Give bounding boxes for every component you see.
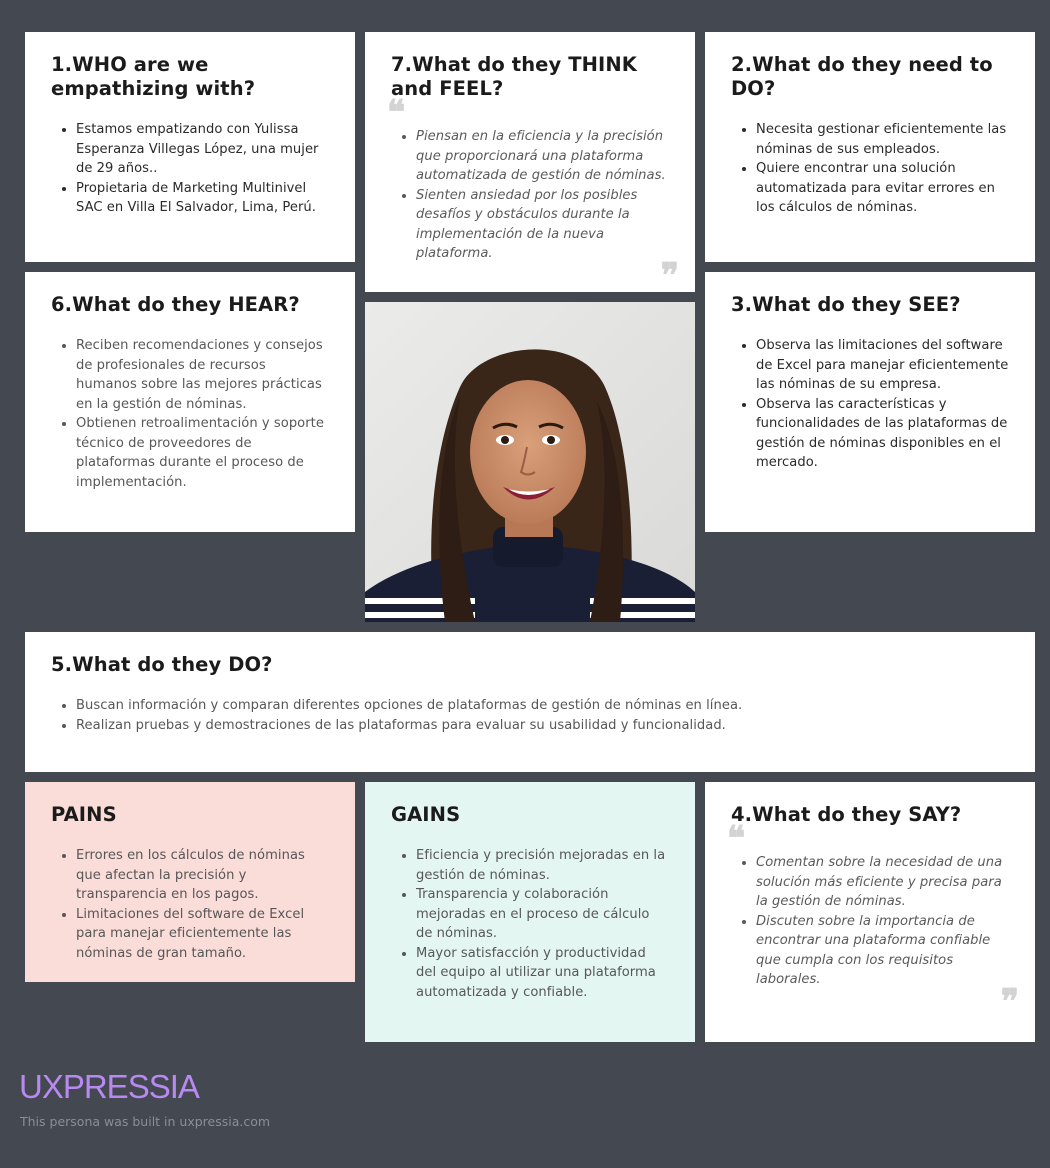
uxpressia-logo[interactable]: UXPRESSIA [19,1068,200,1106]
list-item: Buscan información y comparan diferentes… [76,696,1009,716]
card-list: Eficiencia y precisión mejoradas en la g… [391,846,669,1002]
list-item: Necesita gestionar eficientemente las nó… [756,120,1009,159]
list-item: Piensan en la eficiencia y la precisión … [416,127,669,186]
quote-close-icon: ❞ [1000,982,1019,1022]
list-item: Mayor satisfacción y productividad del e… [416,944,669,1003]
card-list: Observa las limitaciones del software de… [731,336,1009,473]
card-title: 1.WHO are we empathizing with? [51,53,256,100]
card-list: Comentan sobre la necesidad de una soluc… [731,853,1009,990]
card-title: 3.What do they SEE? [731,293,961,316]
card-title: 5.What do they DO? [51,653,273,676]
list-item: Reciben recomendaciones y consejos de pr… [76,336,329,414]
card-list: Reciben recomendaciones y consejos de pr… [51,336,329,492]
card-do: 5.What do they DO? Buscan información y … [25,632,1035,772]
quote-close-icon: ❞ [660,256,679,296]
card-pains: PAINS Errores en los cálculos de nóminas… [25,782,355,982]
card-list: Errores en los cálculos de nóminas que a… [51,846,329,963]
list-item: Limitaciones del software de Excel para … [76,905,329,964]
card-list: Estamos empatizando con Yulissa Esperanz… [51,120,329,218]
list-item: Discuten sobre la importancia de encontr… [756,912,1009,990]
list-item: Observa las limitaciones del software de… [756,336,1009,395]
card-say: 4.What do they SAY? ❝ Comentan sobre la … [705,782,1035,1042]
list-item: Transparencia y colaboración mejoradas e… [416,885,669,944]
list-item: Quiere encontrar una solución automatiza… [756,159,1009,218]
list-item: Errores en los cálculos de nóminas que a… [76,846,329,905]
list-item: Estamos empatizando con Yulissa Esperanz… [76,120,329,179]
card-title: 7.What do they THINK and FEEL? [391,53,638,100]
quote-open-icon: ❝ [387,93,406,133]
card-hear: 6.What do they HEAR? Reciben recomendaci… [25,272,355,532]
card-see: 3.What do they SEE? Observa las limitaci… [705,272,1035,532]
card-list: Piensan en la eficiencia y la precisión … [391,127,669,264]
card-gains: GAINS Eficiencia y precisión mejoradas e… [365,782,695,1042]
list-item: Propietaria de Marketing Multinivel SAC … [76,179,329,218]
card-who: 1.WHO are we empathizing with? Estamos e… [25,32,355,262]
list-item: Obtienen retroalimentación y soporte téc… [76,414,329,492]
persona-portrait-image [365,302,695,622]
card-title: 4.What do they SAY? [731,803,962,826]
card-title: 6.What do they HEAR? [51,293,300,316]
list-item: Eficiencia y precisión mejoradas en la g… [416,846,669,885]
list-item: Observa las características y funcionali… [756,395,1009,473]
card-think-feel: 7.What do they THINK and FEEL? ❝ Piensan… [365,32,695,296]
quote-open-icon: ❝ [727,819,746,859]
card-list: Necesita gestionar eficientemente las nó… [731,120,1009,218]
list-item: Sienten ansiedad por los posibles desafí… [416,186,669,264]
card-list: Buscan información y comparan diferentes… [51,696,1009,735]
footer-note: This persona was built in uxpressia.com [20,1114,271,1129]
card-title: 2.What do they need to DO? [731,53,993,100]
list-item: Realizan pruebas y demostraciones de las… [76,716,1009,736]
list-item: Comentan sobre la necesidad de una soluc… [756,853,1009,912]
card-title: PAINS [51,803,117,826]
card-title: GAINS [391,803,461,826]
persona-photo [365,302,695,622]
card-need-to-do: 2.What do they need to DO? Necesita gest… [705,32,1035,262]
